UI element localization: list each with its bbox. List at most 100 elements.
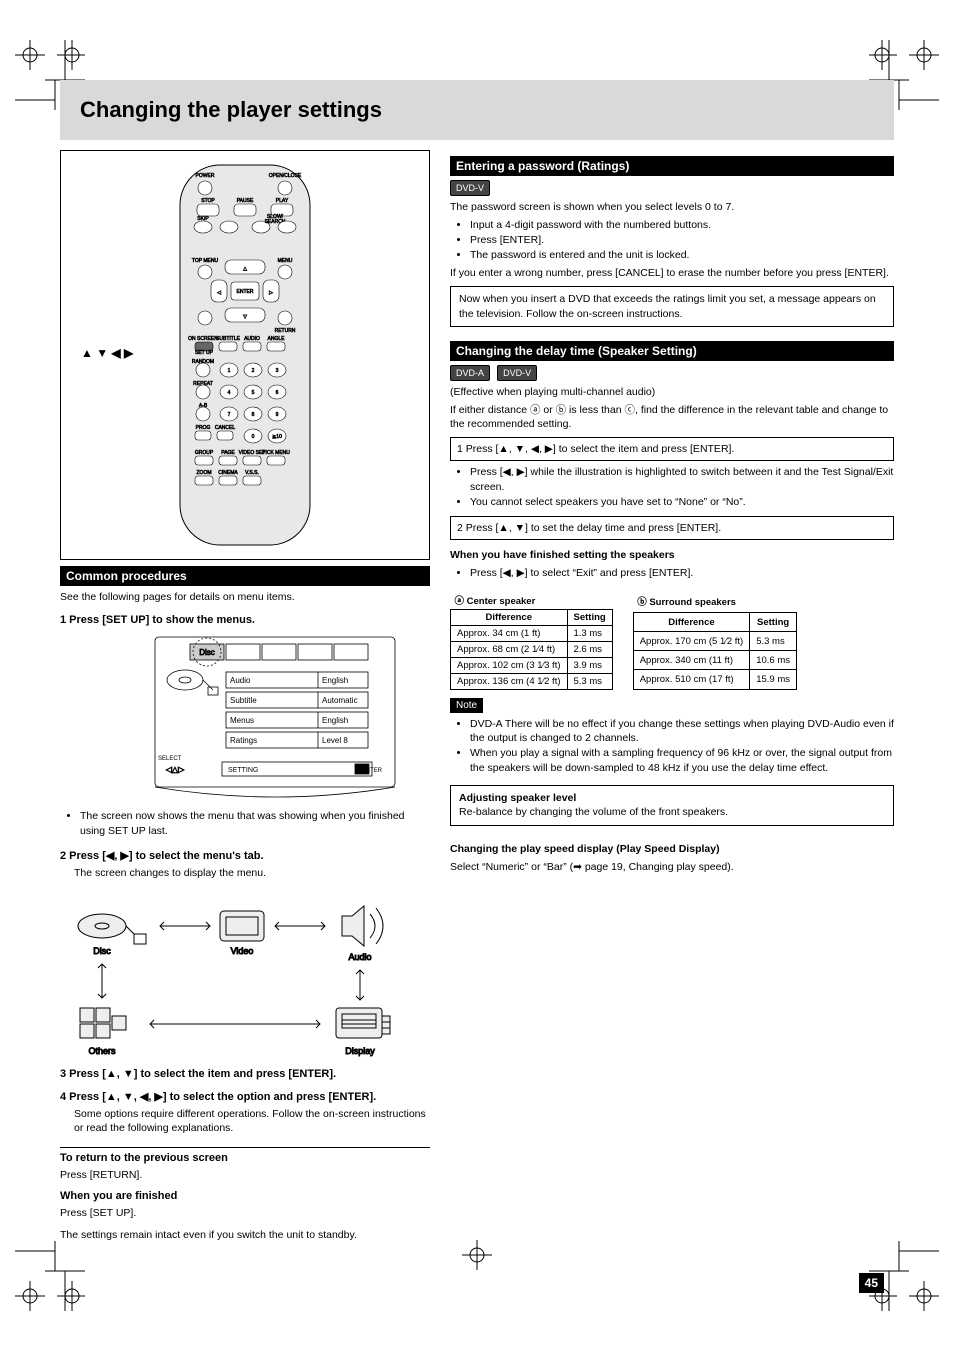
page-title-bar: Changing the player settings — [60, 80, 894, 140]
svg-text:PROG: PROG — [196, 425, 211, 431]
step-2-note: The screen changes to display the menu. — [74, 866, 430, 880]
svg-text:SETTING: SETTING — [228, 767, 258, 774]
svg-text:English: English — [322, 716, 348, 725]
speaker-effective: (Effective when playing multi-channel au… — [450, 385, 894, 399]
svg-text:SET UP: SET UP — [195, 350, 214, 356]
svg-text:ENTER: ENTER — [237, 289, 254, 295]
ratings-intro: The password screen is shown when you se… — [450, 200, 894, 214]
svg-text:Disc: Disc — [93, 946, 111, 956]
svg-text:Audio: Audio — [348, 952, 371, 962]
svg-text:◁: ◁ — [217, 290, 221, 296]
svg-text:ENTER: ENTER — [362, 768, 383, 774]
svg-text:TOP MENU: TOP MENU — [192, 258, 219, 264]
step-1-heading: 1 Press [SET UP] to show the menus. — [60, 614, 430, 626]
svg-text:Disc: Disc — [199, 648, 215, 657]
ratings-after: The password is entered and the unit is … — [470, 248, 894, 263]
speaker-bullet-1: Press [◀, ▶] while the illustration is h… — [470, 465, 894, 494]
speaker-bullet-2: You cannot select speakers you have set … — [470, 495, 894, 510]
remote-svg: POWER OPEN/CLOSE STOP PAUSE PLAY SKIP SL… — [175, 160, 315, 550]
page-content: Changing the player settings ▲ ▼ ◀ ▶ POW… — [60, 80, 894, 1271]
ratings-step-2: Press [ENTER]. — [470, 233, 894, 248]
balance-heading: Adjusting speaker level — [459, 792, 576, 804]
page-number: 45 — [859, 1273, 884, 1293]
svg-text:3: 3 — [276, 368, 279, 374]
svg-text:ANGLE: ANGLE — [268, 336, 286, 342]
svg-text:Audio: Audio — [230, 676, 251, 685]
speaker-step-1: 1 Press [▲, ▼, ◀, ▶] to select the item … — [450, 437, 894, 461]
speaker-distances: If either distance ⓐ or ⓑ is less than ⓒ… — [450, 403, 894, 431]
svg-text:RETURN: RETURN — [275, 328, 296, 334]
svg-text:PICK MENU: PICK MENU — [262, 450, 290, 456]
playspeed-body: Select “Numeric” or “Bar” (➡ page 19, Ch… — [450, 860, 894, 874]
svg-text:CANCEL: CANCEL — [215, 425, 236, 431]
common-procedures-heading: Common procedures — [60, 566, 430, 586]
svg-text:Others: Others — [88, 1046, 116, 1056]
surround-speaker-table: ⓑ Surround speakers DifferenceSetting Ap… — [633, 591, 797, 690]
svg-text:PAUSE: PAUSE — [237, 198, 254, 204]
svg-text:Video: Video — [231, 946, 254, 956]
playspeed-heading: Changing the play speed display (Play Sp… — [450, 843, 720, 855]
svg-text:PAGE: PAGE — [221, 450, 235, 456]
note-label: Note — [450, 698, 483, 713]
svg-text:≧10: ≧10 — [272, 434, 282, 440]
svg-text:Level 8: Level 8 — [322, 736, 348, 745]
svg-text:6: 6 — [276, 390, 279, 396]
finished-heading: When you are finished — [60, 1190, 430, 1202]
speaker-finish-heading: When you have finished setting the speak… — [450, 549, 675, 561]
menu-flow-illustration: Disc Video Audio — [60, 898, 400, 1058]
left-column: ▲ ▼ ◀ ▶ POWER OPEN/CLOSE STOP PAUSE PLAY — [60, 150, 430, 1243]
svg-text:Menus: Menus — [230, 716, 254, 725]
step-4-heading: 4 Press [▲, ▼, ◀, ▶] to select the optio… — [60, 1090, 430, 1103]
setup-screen-illustration: Disc — [150, 632, 400, 802]
speaker-step-2: 2 Press [▲, ▼] to set the delay time and… — [450, 516, 894, 540]
step-1-note: The screen now shows the menu that was s… — [80, 809, 430, 838]
svg-text:SELECT: SELECT — [158, 756, 182, 762]
ratings-step-1: Input a 4-digit password with the number… — [470, 218, 894, 233]
svg-text:◁△▷: ◁△▷ — [166, 765, 185, 774]
intro-text: See the following pages for details on m… — [60, 590, 430, 604]
ratings-forget: If you enter a wrong number, press [CANC… — [450, 266, 894, 280]
remote-illustration: ▲ ▼ ◀ ▶ POWER OPEN/CLOSE STOP PAUSE PLAY — [60, 150, 430, 560]
svg-text:Display: Display — [345, 1046, 375, 1056]
page-title: Changing the player settings — [80, 97, 382, 123]
svg-text:ON SCREEN: ON SCREEN — [188, 336, 218, 342]
svg-text:V.S.S.: V.S.S. — [245, 470, 259, 476]
svg-text:POWER: POWER — [196, 173, 215, 179]
note-item-1: DVD‑A There will be no effect if you cha… — [470, 717, 894, 746]
svg-text:1: 1 — [228, 368, 231, 374]
balance-body: Re‑balance by changing the volume of the… — [459, 806, 728, 818]
svg-text:9: 9 — [276, 412, 279, 418]
dvd-a-tag: DVD-A — [450, 365, 490, 381]
note-item-2: When you play a signal with a sampling f… — [470, 746, 894, 775]
svg-text:PLAY: PLAY — [276, 198, 289, 204]
svg-text:△: △ — [243, 266, 247, 272]
svg-text:4: 4 — [228, 390, 231, 396]
cursor-keys-label: ▲ ▼ ◀ ▶ — [81, 346, 133, 360]
finished-body: Press [SET UP]. — [60, 1206, 430, 1220]
svg-text:AUDIO: AUDIO — [244, 336, 260, 342]
svg-text:SUBTITLE: SUBTITLE — [216, 336, 241, 342]
step-2-heading: 2 Press [◀, ▶] to select the menu's tab. — [60, 849, 430, 862]
footer-note: The settings remain intact even if you s… — [60, 1228, 430, 1242]
svg-text:CINEMA: CINEMA — [218, 470, 238, 476]
speaker-heading: Changing the delay time (Speaker Setting… — [450, 341, 894, 361]
ratings-callout: Now when you insert a DVD that exceeds t… — [450, 286, 894, 326]
return-body: Press [RETURN]. — [60, 1168, 430, 1182]
speaker-finish-body: Press [◀, ▶] to select “Exit” and press … — [470, 566, 894, 581]
svg-text:SKIP: SKIP — [197, 216, 209, 222]
svg-text:2: 2 — [252, 368, 255, 374]
svg-text:MENU: MENU — [278, 258, 293, 264]
dvd-v-tag: DVD-V — [450, 180, 490, 196]
svg-text:Automatic: Automatic — [322, 696, 358, 705]
dvd-v-tag-2: DVD-V — [497, 365, 537, 381]
svg-text:STOP: STOP — [201, 198, 215, 204]
svg-text:Ratings: Ratings — [230, 736, 257, 745]
svg-text:7: 7 — [228, 412, 231, 418]
return-heading: To return to the previous screen — [60, 1152, 228, 1164]
svg-text:English: English — [322, 676, 348, 685]
svg-text:Subtitle: Subtitle — [230, 696, 257, 705]
step-4-note: Some options require different operation… — [74, 1107, 430, 1135]
delay-tables: ⓐ Center speaker DifferenceSetting Appro… — [450, 591, 894, 690]
svg-text:▽: ▽ — [243, 314, 247, 320]
svg-text:5: 5 — [252, 390, 255, 396]
